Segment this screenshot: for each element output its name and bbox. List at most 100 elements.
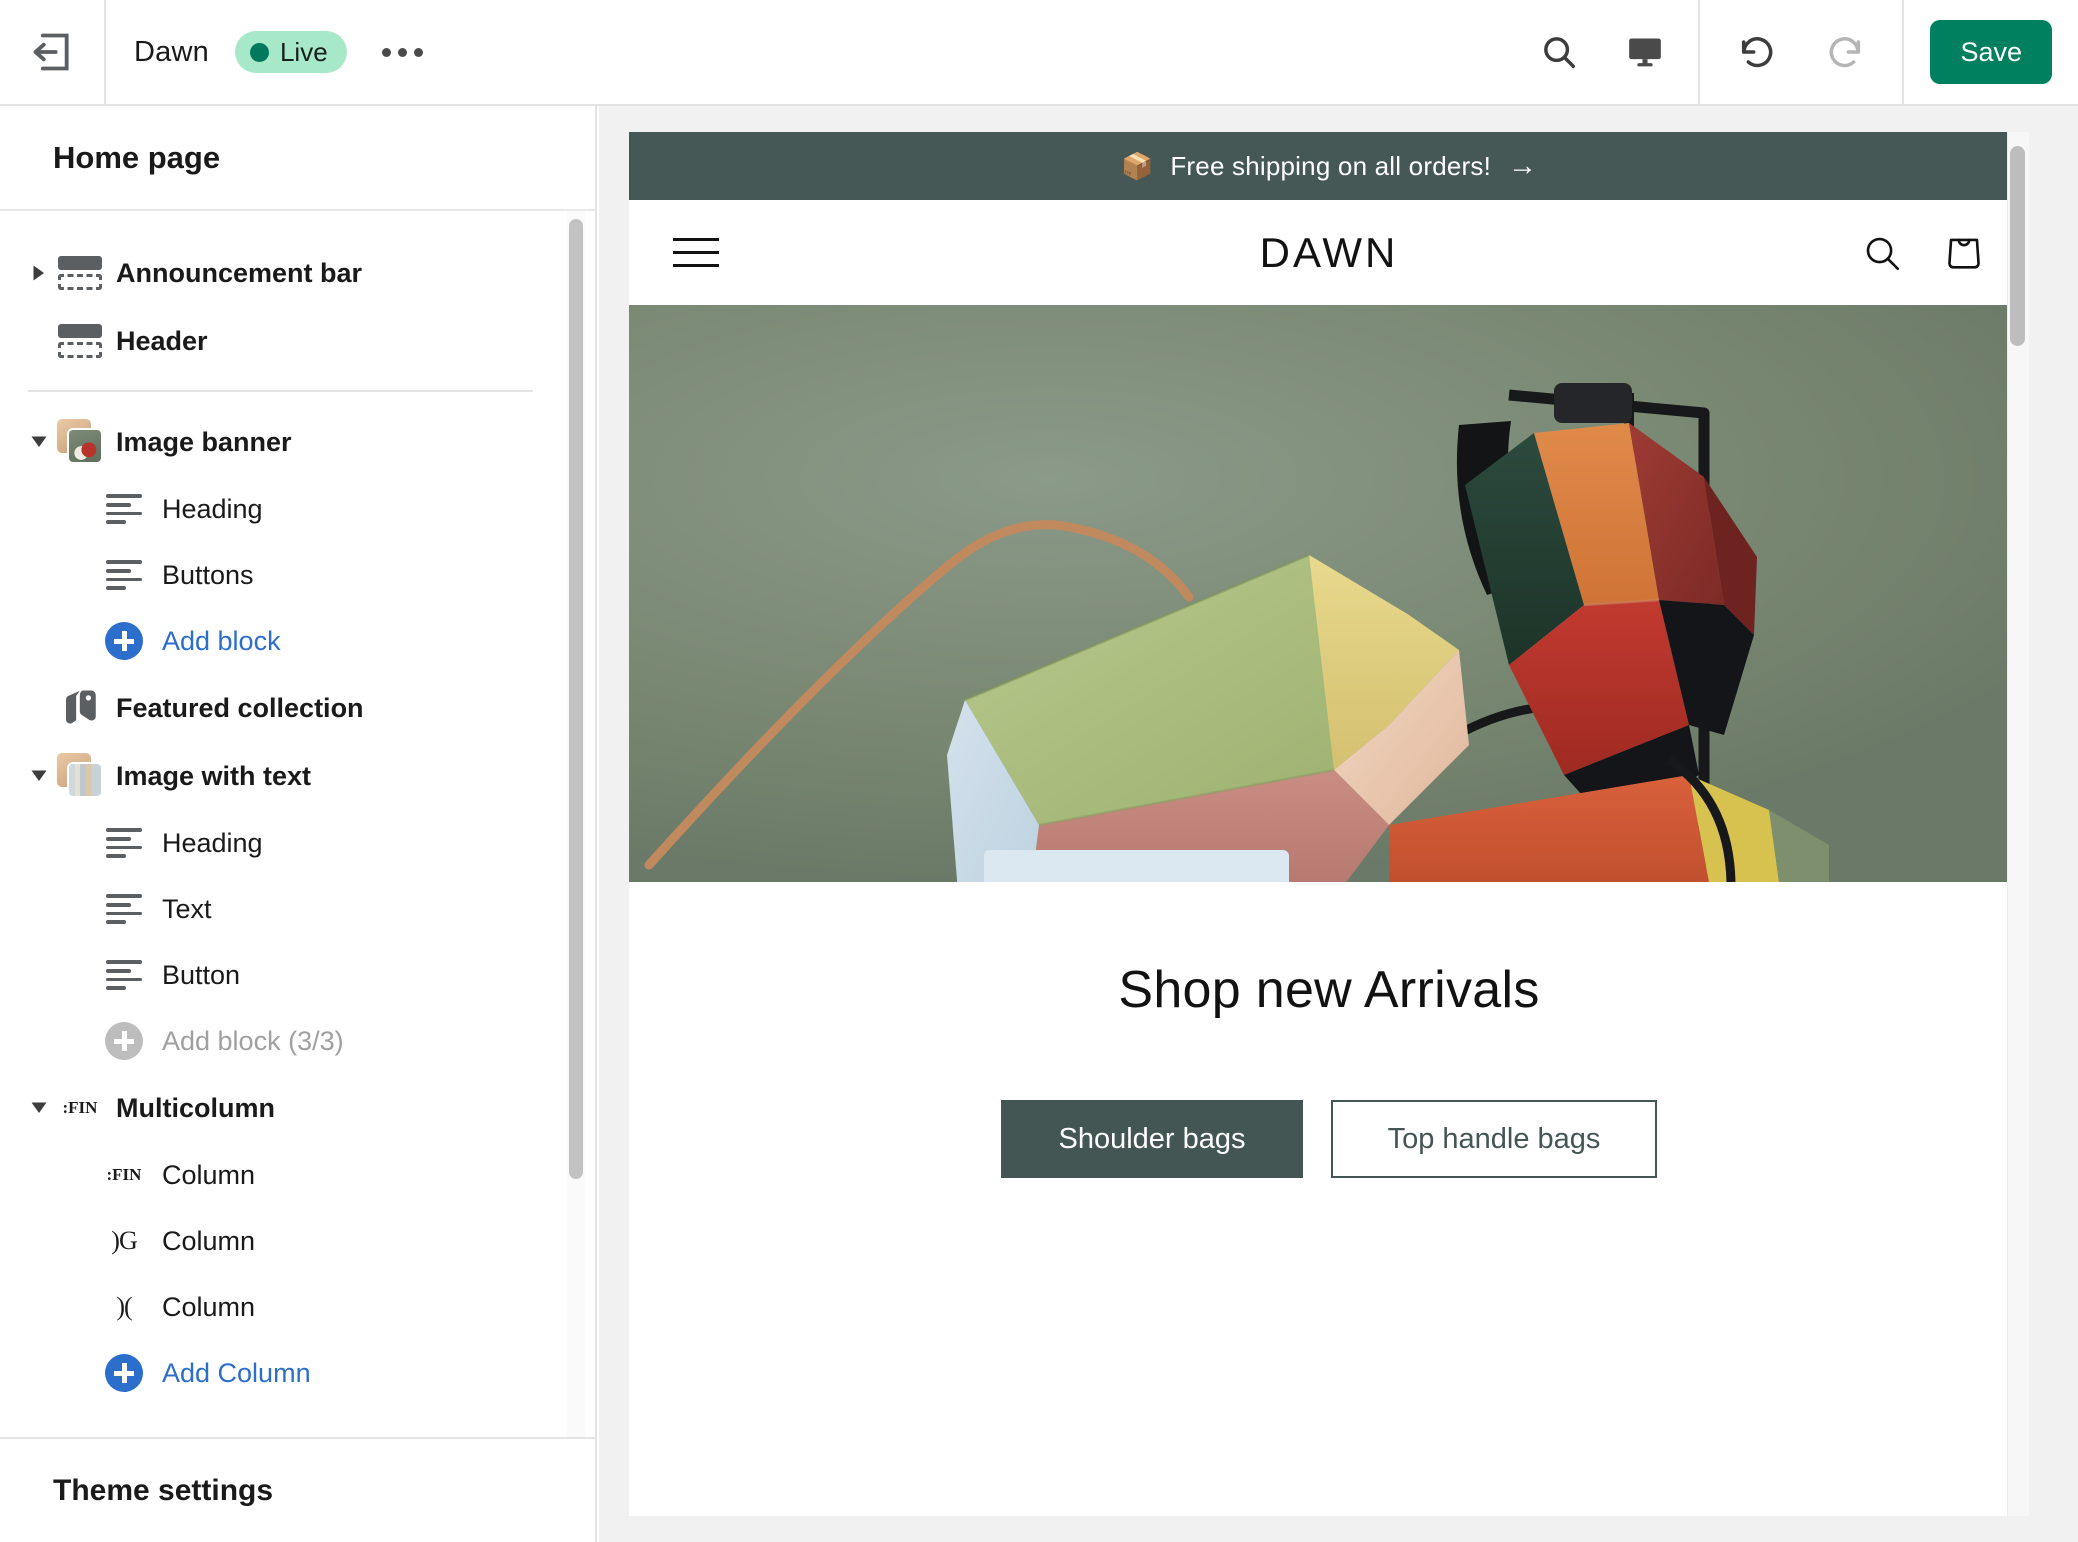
- sidebar-item-label: Image banner: [116, 426, 292, 457]
- add-block-button[interactable]: Add block: [0, 608, 595, 674]
- sidebar-item-label: Buttons: [162, 559, 254, 590]
- redo-icon: [1825, 32, 1865, 72]
- sidebar-block-column[interactable]: )( Column: [0, 1274, 595, 1340]
- preview-scrollbar-thumb[interactable]: [2010, 146, 2025, 346]
- image-thumbnail-iwt: [56, 752, 104, 800]
- chevron-down-icon[interactable]: [22, 435, 56, 450]
- layout-bar-icon: [56, 317, 104, 365]
- hamburger-menu-icon[interactable]: [673, 238, 719, 267]
- tag-icon: [56, 684, 104, 732]
- theme-name[interactable]: Dawn: [134, 36, 209, 69]
- shopping-bag-icon[interactable]: [1943, 232, 1985, 274]
- text-lines-icon: [100, 819, 148, 867]
- sidebar-item-label: Announcement bar: [116, 257, 363, 288]
- save-area: Save: [1904, 20, 2078, 84]
- sections-sidebar: Home page Announcement bar Header Image …: [0, 106, 597, 1542]
- more-options-button[interactable]: [375, 26, 431, 78]
- add-block-button-disabled: Add block (3/3): [0, 1008, 595, 1074]
- arrow-right-icon: →: [1508, 149, 1538, 182]
- sidebar-item-label: Button: [162, 959, 241, 990]
- plus-circle-icon: [100, 1349, 148, 1397]
- text-lines-icon: [100, 551, 148, 599]
- sidebar-item-label: Heading: [162, 493, 263, 524]
- sidebar-item-label: Column: [162, 1225, 256, 1256]
- sidebar-item-multicolumn[interactable]: :FIN Multicolumn: [0, 1074, 595, 1142]
- sidebar-divider: [28, 390, 533, 392]
- text-lines-icon: [100, 485, 148, 533]
- redo-button[interactable]: [1818, 25, 1872, 79]
- hero-image-banner[interactable]: [629, 305, 2029, 882]
- plus-circle-icon: [100, 1017, 148, 1065]
- save-button[interactable]: Save: [1930, 20, 2052, 84]
- sidebar-scrollbar-thumb[interactable]: [569, 219, 583, 1179]
- undo-button[interactable]: [1730, 25, 1784, 79]
- search-button[interactable]: [1532, 25, 1586, 79]
- preview-area: 📦 Free shipping on all orders! → DAWN Sh…: [599, 106, 2078, 1542]
- text-lines-icon: [100, 885, 148, 933]
- text-lines-icon: [100, 951, 148, 999]
- sidebar-block-heading[interactable]: Heading: [0, 810, 595, 876]
- top-handle-bags-button[interactable]: Top handle bags: [1331, 1100, 1657, 1178]
- history-tools-group: [1700, 0, 1905, 105]
- status-badge-label: Live: [279, 36, 328, 67]
- sidebar-block-button[interactable]: Button: [0, 942, 595, 1008]
- more-options-icon: [382, 47, 392, 57]
- sidebar-item-label: Column: [162, 1291, 256, 1322]
- sidebar-block-column[interactable]: :FIN Column: [0, 1142, 595, 1208]
- sidebar-item-label: Featured collection: [116, 692, 364, 723]
- theme-settings-button[interactable]: Theme settings: [0, 1437, 595, 1542]
- sidebar-item-label: Header: [116, 325, 208, 356]
- layout-bar-icon: [56, 249, 104, 297]
- chevron-right-icon[interactable]: [22, 264, 56, 282]
- column-thumb-fin: :FIN: [100, 1151, 148, 1199]
- column-thumb-g: )G: [100, 1217, 148, 1265]
- column-thumbnail-icon: :FIN: [56, 1084, 104, 1132]
- hero-buttons-group: Shoulder bags Top handle bags: [629, 1100, 2029, 1178]
- sidebar-block-column[interactable]: )G Column: [0, 1208, 595, 1274]
- add-column-label: Add Column: [162, 1357, 311, 1388]
- search-icon[interactable]: [1861, 232, 1903, 274]
- page-title-row: Home page: [0, 106, 595, 211]
- sidebar-item-featured-collection[interactable]: Featured collection: [0, 674, 595, 742]
- chevron-down-icon[interactable]: [22, 769, 56, 784]
- store-logo[interactable]: DAWN: [719, 229, 1939, 277]
- store-header: DAWN: [629, 200, 2029, 305]
- sidebar-item-label: Text: [162, 893, 212, 924]
- editor-topbar: Dawn Live Save: [0, 0, 2078, 106]
- column-thumb-cu: )(: [100, 1283, 148, 1331]
- live-status-dot: [249, 42, 269, 62]
- add-column-button[interactable]: Add Column: [0, 1340, 595, 1406]
- more-options-icon: [414, 47, 424, 57]
- page-title: Home page: [53, 139, 221, 175]
- store-header-actions: [1866, 232, 1985, 274]
- sidebar-block-text[interactable]: Text: [0, 876, 595, 942]
- sidebar-item-image-with-text[interactable]: Image with text: [0, 742, 595, 810]
- shoulder-bags-button[interactable]: Shoulder bags: [1001, 1100, 1303, 1178]
- status-badge: Live: [234, 31, 347, 73]
- announcement-text: Free shipping on all orders!: [1170, 150, 1492, 181]
- column-glyph: )(: [116, 1292, 132, 1321]
- sidebar-block-heading[interactable]: Heading: [0, 476, 595, 542]
- column-glyph: :FIN: [62, 1098, 98, 1117]
- view-tools-group: [1506, 0, 1701, 105]
- announcement-bar[interactable]: 📦 Free shipping on all orders! →: [629, 132, 2029, 200]
- search-icon: [1540, 33, 1578, 71]
- sidebar-item-label: Image with text: [116, 760, 312, 791]
- sidebar-item-label: Column: [162, 1159, 256, 1190]
- sidebar-block-buttons[interactable]: Buttons: [0, 542, 595, 608]
- exit-editor-button[interactable]: [0, 0, 106, 105]
- sections-tree: Announcement bar Header Image banner Hea…: [0, 211, 595, 1437]
- package-emoji-icon: 📦: [1120, 150, 1154, 181]
- sidebar-item-label: Heading: [162, 827, 263, 858]
- column-glyph: )G: [111, 1226, 137, 1255]
- add-block-label: Add block (3/3): [162, 1025, 344, 1056]
- sidebar-item-header[interactable]: Header: [0, 307, 595, 375]
- chevron-down-icon[interactable]: [22, 1101, 56, 1116]
- more-options-icon: [398, 47, 408, 57]
- hero-heading: Shop new Arrivals: [1118, 961, 1540, 1019]
- desktop-view-button[interactable]: [1618, 25, 1672, 79]
- sidebar-item-image-banner[interactable]: Image banner: [0, 408, 595, 476]
- undo-icon: [1737, 32, 1777, 72]
- sidebar-item-announcement-bar[interactable]: Announcement bar: [0, 239, 595, 307]
- column-glyph: :FIN: [106, 1165, 142, 1184]
